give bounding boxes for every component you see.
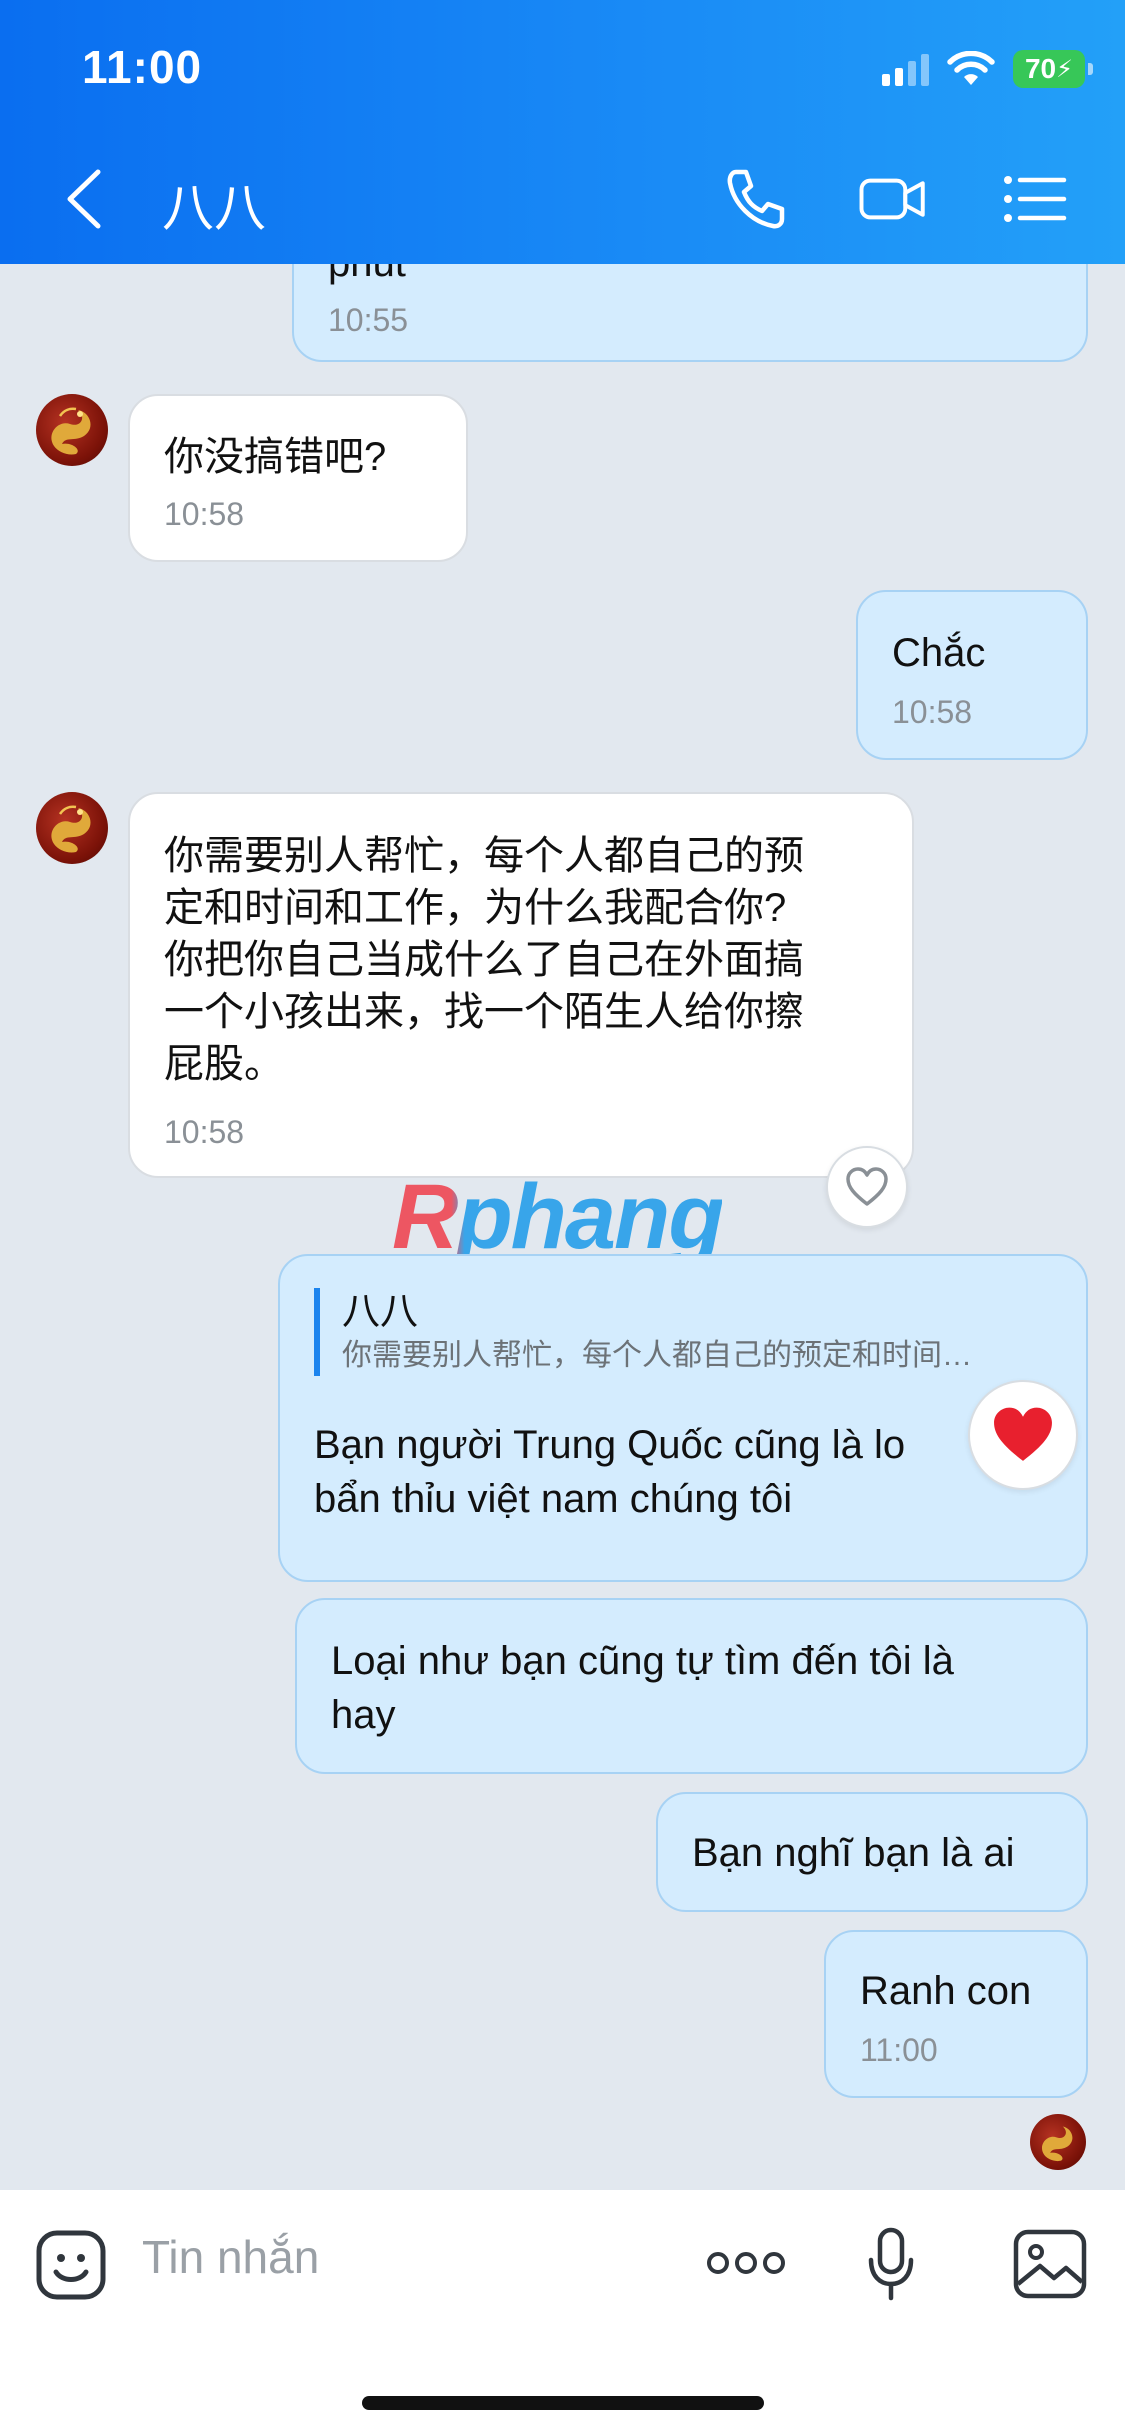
- message-input[interactable]: Tin nhắn: [142, 2230, 319, 2284]
- back-icon[interactable]: [60, 166, 110, 232]
- status-icons: 70 ⚡: [882, 48, 1093, 90]
- message-line: bẩn thỉu việt nam chúng tôi: [314, 1477, 793, 1521]
- phone-icon[interactable]: [720, 164, 790, 234]
- react-button[interactable]: [826, 1146, 908, 1228]
- chat-title[interactable]: 八八: [162, 166, 266, 241]
- dragon-icon: [51, 407, 91, 455]
- image-icon[interactable]: [1012, 2228, 1088, 2300]
- message-text: Chắc: [892, 631, 986, 675]
- wifi-icon: [947, 51, 995, 85]
- quoted-message[interactable]: 八八 你需要别人帮忙，每个人都自己的预定和时间…: [314, 1288, 1044, 1376]
- message-line: Bạn người Trung Quốc cũng là lo: [314, 1423, 906, 1467]
- message-bubble-outgoing[interactable]: Ranh con 11:00: [824, 1930, 1088, 2098]
- message-time: 11:00: [860, 2032, 938, 2068]
- message-line: 一个小孩出来，找一个陌生人给你擦: [164, 990, 804, 1034]
- message-bubble-outgoing[interactable]: Bạn nghĩ bạn là ai: [656, 1792, 1088, 1912]
- heart-filled-icon: [994, 1407, 1052, 1461]
- message-bubble-outgoing[interactable]: Loại như bạn cũng tự tìm đến tôi là hay: [295, 1598, 1088, 1774]
- message-bubble-incoming[interactable]: 你没搞错吧? 10:58: [128, 394, 468, 562]
- message-text: Bạn nghĩ bạn là ai: [692, 1831, 1015, 1875]
- message-line: 屁股。: [164, 1042, 284, 1086]
- battery-level: 70: [1024, 53, 1057, 84]
- message-bubble-incoming[interactable]: 你需要别人帮忙，每个人都自己的预 定和时间和工作，为什么我配合你? 你把你自己当…: [128, 792, 914, 1178]
- menu-icon[interactable]: [1000, 164, 1070, 234]
- message-time: 10:58: [892, 694, 973, 730]
- message-time: 10:55: [328, 302, 409, 338]
- sticker-icon[interactable]: [34, 2228, 108, 2302]
- message-time: 10:58: [164, 496, 245, 532]
- home-indicator[interactable]: [362, 2396, 764, 2410]
- reaction-badge[interactable]: [968, 1380, 1078, 1490]
- message-text: Ranh con: [860, 1969, 1032, 2013]
- message-line: 定和时间和工作，为什么我配合你?: [164, 886, 787, 930]
- contact-avatar[interactable]: [36, 792, 108, 864]
- dragon-icon: [1041, 2126, 1073, 2162]
- heart-outline-icon: [846, 1167, 888, 1206]
- mic-icon[interactable]: [866, 2226, 916, 2304]
- message-time: 10:58: [164, 1114, 245, 1150]
- message-text: 你需要别人帮忙，每个人都自己的预 定和时间和工作，为什么我配合你? 你把你自己当…: [164, 830, 804, 1090]
- message-line: hay: [331, 1693, 396, 1737]
- chat-header: 11:00 70 ⚡ 八八: [0, 0, 1125, 264]
- contact-avatar[interactable]: [36, 394, 108, 466]
- more-icon[interactable]: [706, 2248, 786, 2278]
- message-line: 你需要别人帮忙，每个人都自己的预: [164, 834, 804, 878]
- dragon-icon: [51, 805, 91, 853]
- video-icon[interactable]: [858, 164, 928, 234]
- message-line: Loại như bạn cũng tự tìm đến tôi là: [331, 1639, 954, 1683]
- status-time: 11:00: [82, 41, 203, 93]
- message-text: Loại như bạn cũng tự tìm đến tôi là hay: [331, 1634, 954, 1742]
- quoted-text: 你需要别人帮忙，每个人都自己的预定和时间…: [342, 1339, 972, 1372]
- message-text: 你没搞错吧?: [164, 435, 387, 479]
- message-bubble-outgoing[interactable]: Chắc 10:58: [856, 590, 1088, 760]
- seen-avatar: [1030, 2114, 1086, 2170]
- message-bubble-outgoing-reply[interactable]: 八八 你需要别人帮忙，每个人都自己的预定和时间… Bạn người Trung…: [278, 1254, 1088, 1582]
- message-text: Bạn người Trung Quốc cũng là lo bẩn thỉu…: [314, 1418, 1004, 1526]
- message-line: 你把你自己当成什么了自己在外面搞: [164, 938, 804, 982]
- cellular-signal-icon: [882, 52, 929, 86]
- battery-icon: 70 ⚡: [1013, 50, 1093, 88]
- quoted-sender: 八八: [342, 1291, 419, 1333]
